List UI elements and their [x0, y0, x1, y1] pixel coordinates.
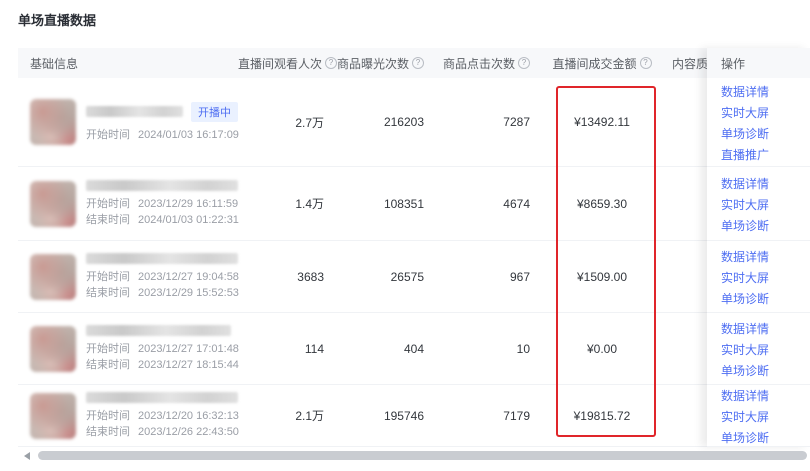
- horizontal-scrollbar: [18, 451, 810, 462]
- gmv-value: ¥1509.00: [542, 270, 662, 284]
- gmv-value: ¥13492.11: [542, 115, 662, 129]
- table-row: 开始时间2023/12/27 17:01:48 结束时间2023/12/27 1…: [18, 313, 810, 385]
- column-label: 商品点击次数: [443, 55, 515, 72]
- table-header: 基础信息 直播间观看人次? 商品曝光次数? 商品点击次数? 直播间成交金额? 内…: [18, 48, 810, 78]
- action-realtime-screen[interactable]: 实时大屏: [721, 103, 810, 124]
- clicks-value: 4674: [436, 197, 542, 211]
- viewers-value: 1.4万: [238, 195, 336, 212]
- scroll-left-arrow-icon[interactable]: [24, 452, 30, 460]
- exposure-value: 26575: [336, 270, 436, 284]
- redacted-stream-title: [86, 253, 238, 264]
- row-actions: 数据详情 实时大屏 单场诊断: [707, 385, 810, 447]
- scrollbar-thumb[interactable]: [38, 451, 807, 460]
- action-session-diagnosis[interactable]: 单场诊断: [721, 428, 810, 449]
- action-realtime-screen[interactable]: 实时大屏: [721, 340, 810, 361]
- clicks-value: 7287: [436, 115, 542, 129]
- column-header-exposure: 商品曝光次数?: [336, 55, 436, 72]
- exposure-value: 404: [336, 342, 436, 356]
- redacted-stream-title: [86, 325, 231, 336]
- live-sessions-table: 基础信息 直播间观看人次? 商品曝光次数? 商品点击次数? 直播间成交金额? 内…: [18, 48, 810, 447]
- single-live-data-page: 单场直播数据 基础信息 直播间观看人次? 商品曝光次数? 商品点击次数? 直播间…: [0, 0, 810, 471]
- action-data-details[interactable]: 数据详情: [721, 174, 810, 195]
- redacted-stream-title: [86, 106, 183, 117]
- table-row: 开始时间2023/12/20 16:32:13 结束时间2023/12/26 2…: [18, 385, 810, 447]
- basic-info-cell: 开始时间2023/12/27 19:04:58 结束时间2023/12/29 1…: [18, 253, 238, 301]
- start-time: 开始时间2023/12/29 16:11:59: [86, 196, 238, 212]
- viewers-value: 2.1万: [238, 407, 336, 424]
- stream-thumbnail: [30, 393, 76, 439]
- column-header-actions: 操作: [707, 48, 810, 78]
- basic-info-cell: 开始时间2023/12/29 16:11:59 结束时间2024/01/03 0…: [18, 180, 238, 228]
- table-row: 开始时间2023/12/29 16:11:59 结束时间2024/01/03 0…: [18, 167, 810, 241]
- column-label: 直播间观看人次: [238, 55, 322, 72]
- end-time: 结束时间2024/01/03 01:22:31: [86, 212, 238, 228]
- viewers-value: 114: [238, 342, 336, 356]
- basic-info-cell: 开始时间2023/12/27 17:01:48 结束时间2023/12/27 1…: [18, 325, 238, 373]
- row-actions: 数据详情 实时大屏 单场诊断 直播推广: [707, 78, 810, 167]
- column-label: 基础信息: [30, 55, 78, 72]
- start-time: 开始时间2023/12/20 16:32:13: [86, 408, 238, 424]
- viewers-value: 3683: [238, 270, 336, 284]
- end-time: 结束时间2023/12/27 18:15:44: [86, 357, 238, 373]
- redacted-stream-title: [86, 392, 238, 403]
- info-icon[interactable]: ?: [640, 57, 652, 69]
- column-header-gmv: 直播间成交金额?: [542, 55, 662, 72]
- table-row: 开播中 开始时间2024/01/03 16:17:09 2.7万 216203 …: [18, 78, 810, 167]
- stream-thumbnail: [30, 99, 76, 145]
- gmv-value: ¥19815.72: [542, 409, 662, 423]
- exposure-value: 195746: [336, 409, 436, 423]
- gmv-value: ¥0.00: [542, 342, 662, 356]
- action-data-details[interactable]: 数据详情: [721, 247, 810, 268]
- row-actions: 数据详情 实时大屏 单场诊断: [707, 241, 810, 313]
- action-data-details[interactable]: 数据详情: [721, 386, 810, 407]
- exposure-value: 108351: [336, 197, 436, 211]
- clicks-value: 10: [436, 342, 542, 356]
- end-time: 结束时间2023/12/26 22:43:50: [86, 424, 238, 440]
- action-session-diagnosis[interactable]: 单场诊断: [721, 216, 810, 237]
- action-realtime-screen[interactable]: 实时大屏: [721, 268, 810, 289]
- action-session-diagnosis[interactable]: 单场诊断: [721, 124, 810, 145]
- info-icon[interactable]: ?: [518, 57, 530, 69]
- gmv-value: ¥8659.30: [542, 197, 662, 211]
- stream-thumbnail: [30, 181, 76, 227]
- page-title: 单场直播数据: [18, 10, 96, 29]
- action-data-details[interactable]: 数据详情: [721, 82, 810, 103]
- clicks-value: 967: [436, 270, 542, 284]
- exposure-value: 216203: [336, 115, 436, 129]
- column-header-viewers: 直播间观看人次?: [238, 55, 336, 72]
- column-label: 商品曝光次数: [337, 55, 409, 72]
- column-header-basic: 基础信息: [18, 55, 238, 72]
- action-session-diagnosis[interactable]: 单场诊断: [721, 289, 810, 310]
- start-time: 开始时间2023/12/27 17:01:48: [86, 341, 238, 357]
- end-time: 结束时间2023/12/29 15:52:53: [86, 285, 238, 301]
- stream-thumbnail: [30, 326, 76, 372]
- stream-thumbnail: [30, 254, 76, 300]
- basic-info-cell: 开播中 开始时间2024/01/03 16:17:09: [18, 99, 238, 145]
- action-live-promotion[interactable]: 直播推广: [721, 145, 810, 166]
- action-realtime-screen[interactable]: 实时大屏: [721, 407, 810, 428]
- pinned-actions-column: 操作 数据详情 实时大屏 单场诊断 直播推广 数据详情 实时大屏 单场诊断 数据…: [707, 48, 810, 447]
- info-icon[interactable]: ?: [412, 57, 424, 69]
- viewers-value: 2.7万: [238, 114, 336, 131]
- clicks-value: 7179: [436, 409, 542, 423]
- action-realtime-screen[interactable]: 实时大屏: [721, 195, 810, 216]
- start-time: 开始时间2023/12/27 19:04:58: [86, 269, 238, 285]
- basic-info-cell: 开始时间2023/12/20 16:32:13 结束时间2023/12/26 2…: [18, 392, 238, 440]
- action-data-details[interactable]: 数据详情: [721, 319, 810, 340]
- redacted-stream-title: [86, 180, 238, 191]
- action-session-diagnosis[interactable]: 单场诊断: [721, 361, 810, 382]
- column-label: 直播间成交金额: [552, 55, 636, 72]
- row-actions: 数据详情 实时大屏 单场诊断: [707, 313, 810, 385]
- row-actions: 数据详情 实时大屏 单场诊断: [707, 167, 810, 241]
- column-header-clicks: 商品点击次数?: [436, 55, 542, 72]
- start-time: 开始时间2024/01/03 16:17:09: [86, 127, 238, 143]
- table-row: 开始时间2023/12/27 19:04:58 结束时间2023/12/29 1…: [18, 241, 810, 313]
- live-status-badge: 开播中: [191, 102, 238, 122]
